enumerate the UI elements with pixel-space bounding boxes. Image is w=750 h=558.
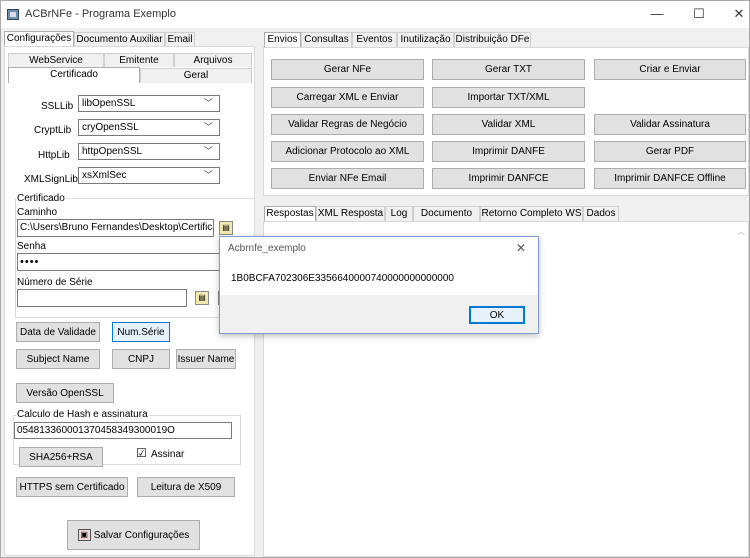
xmlsignlib-value: xsXmlSec bbox=[82, 170, 127, 181]
assinar-checkbox[interactable]: ☑ bbox=[136, 447, 147, 459]
message-dialog: Acbrnfe_exemplo ✕ 1B0BCFA702306E33566400… bbox=[219, 236, 539, 334]
validar-xml-button[interactable]: Validar XML bbox=[432, 114, 585, 135]
browse-file-icon[interactable]: ▤ bbox=[219, 221, 233, 235]
dialog-close-icon[interactable]: ✕ bbox=[516, 241, 526, 255]
senha-label: Senha bbox=[17, 241, 46, 252]
cnpj-button[interactable]: CNPJ bbox=[112, 349, 170, 369]
maximize-button[interactable]: ☐ bbox=[687, 5, 711, 23]
tab-eventos[interactable]: Eventos bbox=[352, 32, 397, 47]
title-bar: ACBrNFe - Programa Exemplo — ☐ ✕ bbox=[1, 1, 749, 28]
importar-txt-xml-button[interactable]: Importar TXT/XML bbox=[432, 87, 585, 108]
imprimir-danfe-button[interactable]: Imprimir DANFE bbox=[432, 141, 585, 162]
hash-group-title: Calculo de Hash e assinatura bbox=[16, 409, 149, 420]
imprimir-danfce-button[interactable]: Imprimir DANFCE bbox=[432, 168, 585, 189]
certificado-group-title: Certificado bbox=[16, 193, 66, 204]
scroll-up-icon[interactable]: ︿ bbox=[737, 226, 745, 237]
tab-webservice[interactable]: WebService bbox=[8, 53, 104, 67]
data-validade-button[interactable]: Data de Validade bbox=[16, 322, 100, 342]
tab-envios[interactable]: Envios bbox=[264, 32, 301, 47]
tab-email[interactable]: Email bbox=[165, 32, 195, 47]
chevron-down-icon: ﹀ bbox=[203, 98, 213, 108]
tab-configuracoes[interactable]: Configurações bbox=[4, 31, 74, 46]
httplib-value: httpOpenSSL bbox=[82, 146, 143, 157]
salvar-configuracoes-button[interactable]: ▣ Salvar Configurações bbox=[67, 520, 200, 550]
tab-xml-resposta[interactable]: XML Resposta bbox=[316, 206, 385, 221]
tab-inutilizacao[interactable]: Inutilização bbox=[397, 32, 454, 47]
app-icon bbox=[7, 9, 19, 20]
imprimir-danfce-offline-button[interactable]: Imprimir DANFCE Offline bbox=[594, 168, 746, 189]
tab-retorno-completo-ws[interactable]: Retorno Completo WS bbox=[480, 206, 583, 221]
lookup-serie-icon[interactable]: ▤ bbox=[195, 291, 209, 305]
tab-certificado[interactable]: Certificado bbox=[8, 67, 140, 83]
dialog-message: 1B0BCFA702306E3356640000740000000000000 bbox=[231, 273, 454, 284]
gerar-pdf-button[interactable]: Gerar PDF bbox=[594, 141, 746, 162]
assinar-label: Assinar bbox=[151, 449, 185, 460]
cryptlib-label: CryptLib bbox=[34, 125, 72, 136]
tab-respostas[interactable]: Respostas bbox=[264, 206, 316, 221]
chevron-down-icon: ﹀ bbox=[203, 122, 213, 132]
serie-label: Número de Série bbox=[17, 277, 93, 288]
enviar-nfe-email-button[interactable]: Enviar NFe Email bbox=[271, 168, 424, 189]
validar-regras-button[interactable]: Validar Regras de Negócio bbox=[271, 114, 424, 135]
ssllib-value: libOpenSSL bbox=[82, 98, 136, 109]
tab-arquivos[interactable]: Arquivos bbox=[174, 53, 252, 67]
issuer-name-button[interactable]: Issuer Name bbox=[176, 349, 236, 369]
adicionar-protocolo-button[interactable]: Adicionar Protocolo ao XML bbox=[271, 141, 424, 162]
tab-documento[interactable]: Documento bbox=[413, 206, 480, 221]
chevron-down-icon: ﹀ bbox=[203, 146, 213, 156]
criar-e-enviar-button[interactable]: Criar e Enviar bbox=[594, 59, 746, 80]
save-icon: ▣ bbox=[77, 529, 91, 541]
window-title: ACBrNFe - Programa Exemplo bbox=[25, 8, 176, 20]
tab-distribuicao-dfe[interactable]: Distribuição DFe bbox=[454, 32, 531, 47]
dialog-ok-button[interactable]: OK bbox=[469, 306, 525, 324]
dialog-footer: OK bbox=[220, 295, 538, 333]
tab-documento-auxiliar[interactable]: Documento Auxiliar bbox=[74, 32, 165, 47]
gerar-nfe-button[interactable]: Gerar NFe bbox=[271, 59, 424, 80]
tab-emitente[interactable]: Emitente bbox=[104, 53, 174, 67]
versao-openssl-button[interactable]: Versão OpenSSL bbox=[16, 383, 114, 403]
tab-consultas[interactable]: Consultas bbox=[301, 32, 352, 47]
senha-input[interactable]: •••• bbox=[17, 253, 227, 271]
hash-input[interactable]: 054813360001370458349300019O bbox=[14, 422, 232, 439]
xmlsignlib-combo[interactable]: xsXmlSec ﹀ bbox=[78, 167, 220, 184]
num-serie-button[interactable]: Num.Série bbox=[112, 322, 170, 342]
caminho-input[interactable]: C:\Users\Bruno Fernandes\Desktop\Certifi… bbox=[17, 219, 214, 237]
config-panel: WebService Emitente Arquivos Certificado… bbox=[4, 46, 255, 556]
ssllib-combo[interactable]: libOpenSSL ﹀ bbox=[78, 95, 220, 112]
cryptlib-combo[interactable]: cryOpenSSL ﹀ bbox=[78, 119, 220, 136]
serie-input[interactable] bbox=[17, 289, 187, 307]
caminho-label: Caminho bbox=[17, 207, 58, 218]
leitura-x509-button[interactable]: Leitura de X509 bbox=[137, 477, 235, 497]
https-sem-certificado-button[interactable]: HTTPS sem Certificado bbox=[16, 477, 128, 497]
xmlsignlib-label: XMLSignLib bbox=[24, 174, 78, 185]
dialog-title: Acbrnfe_exemplo bbox=[228, 243, 306, 254]
carregar-xml-enviar-button[interactable]: Carregar XML e Enviar bbox=[271, 87, 424, 108]
gerar-txt-button[interactable]: Gerar TXT bbox=[432, 59, 585, 80]
httplib-combo[interactable]: httpOpenSSL ﹀ bbox=[78, 143, 220, 160]
minimize-button[interactable]: — bbox=[645, 5, 669, 23]
subject-name-button[interactable]: Subject Name bbox=[16, 349, 100, 369]
close-button[interactable]: ✕ bbox=[727, 5, 749, 23]
salvar-label: Salvar Configurações bbox=[93, 529, 190, 541]
tab-log[interactable]: Log bbox=[385, 206, 413, 221]
cryptlib-value: cryOpenSSL bbox=[82, 122, 139, 133]
tab-geral[interactable]: Geral bbox=[140, 68, 252, 83]
sha256-rsa-button[interactable]: SHA256+RSA bbox=[19, 447, 103, 467]
validar-assinatura-button[interactable]: Validar Assinatura bbox=[594, 114, 746, 135]
httplib-label: HttpLib bbox=[38, 150, 70, 161]
tab-dados[interactable]: Dados bbox=[583, 206, 619, 221]
chevron-down-icon: ﹀ bbox=[203, 170, 213, 180]
ssllib-label: SSLLib bbox=[41, 101, 74, 112]
